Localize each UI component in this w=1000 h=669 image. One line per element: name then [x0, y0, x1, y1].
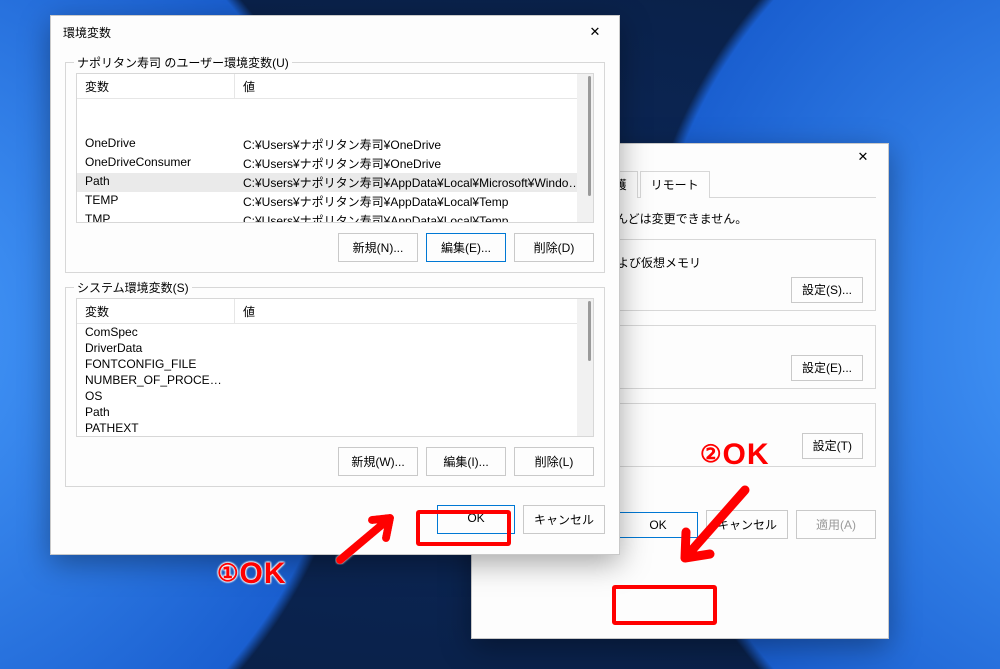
- annotation-label: ①OK: [217, 557, 287, 591]
- var-name: OneDrive: [77, 135, 235, 154]
- window-title: 環境変数: [63, 24, 111, 41]
- user-vars-legend: ナポリタン寿司 のユーザー環境変数(U): [74, 54, 292, 71]
- var-value: C:¥Users¥ナポリタン寿司¥OneDrive: [235, 154, 593, 173]
- sys-delete-button[interactable]: 削除(L): [514, 447, 594, 476]
- var-value: C:¥Users¥ナポリタン寿司¥OneDrive: [235, 135, 593, 154]
- user-vars-group: ナポリタン寿司 のユーザー環境変数(U) 変数 値 OneDriveC:¥Use…: [65, 62, 605, 273]
- annotation-label: ②OK: [700, 438, 770, 472]
- system-vars-group: システム環境変数(S) 変数 値 ComSpecDriverDataFONTCO…: [65, 287, 605, 487]
- list-header: 変数 値: [77, 299, 593, 324]
- table-row[interactable]: PathC:¥Users¥ナポリタン寿司¥AppData¥Local¥Micro…: [77, 173, 593, 192]
- sys-edit-button[interactable]: 編集(I)...: [426, 447, 506, 476]
- table-row[interactable]: TEMPC:¥Users¥ナポリタン寿司¥AppData¥Local¥Temp: [77, 192, 593, 211]
- table-row[interactable]: FONTCONFIG_FILE: [77, 356, 593, 372]
- close-icon[interactable]: ✕: [575, 22, 615, 42]
- cancel-button[interactable]: キャンセル: [523, 505, 605, 534]
- ok-button[interactable]: OK: [437, 505, 515, 534]
- perf-settings-button[interactable]: 設定(S)...: [791, 277, 863, 303]
- table-row[interactable]: NUMBER_OF_PROCESSORS: [77, 372, 593, 388]
- var-name: Path: [77, 173, 235, 192]
- table-row[interactable]: OneDriveConsumerC:¥Users¥ナポリタン寿司¥OneDriv…: [77, 154, 593, 173]
- table-row[interactable]: OS: [77, 388, 593, 404]
- var-value: [235, 324, 593, 340]
- var-value: C:¥Users¥ナポリタン寿司¥AppData¥Local¥Microsoft…: [235, 173, 593, 192]
- var-value: [235, 388, 593, 404]
- var-name: TMP: [77, 211, 235, 223]
- titlebar: 環境変数 ✕: [51, 16, 619, 48]
- var-value: [235, 340, 593, 356]
- col-variable[interactable]: 変数: [77, 299, 235, 323]
- system-vars-legend: システム環境変数(S): [74, 279, 192, 296]
- scrollbar[interactable]: [577, 74, 593, 222]
- circle-two-icon: ②: [700, 440, 723, 469]
- col-value[interactable]: 値: [235, 299, 593, 323]
- startup-settings-button[interactable]: 設定(T): [802, 433, 863, 459]
- user-buttons: 新規(N)... 編集(E)... 削除(D): [76, 233, 594, 262]
- user-edit-button[interactable]: 編集(E)...: [426, 233, 506, 262]
- var-value: [235, 356, 593, 372]
- system-buttons: 新規(W)... 編集(I)... 削除(L): [76, 447, 594, 476]
- col-value[interactable]: 値: [235, 74, 593, 98]
- var-name: PATHEXT: [77, 420, 235, 436]
- tab-remote[interactable]: リモート: [640, 171, 710, 198]
- table-row[interactable]: DriverData: [77, 340, 593, 356]
- var-value: [235, 420, 593, 436]
- var-name: TEMP: [77, 192, 235, 211]
- table-row[interactable]: OneDriveC:¥Users¥ナポリタン寿司¥OneDrive: [77, 135, 593, 154]
- env-vars-window: 環境変数 ✕ ナポリタン寿司 のユーザー環境変数(U) 変数 値 OneDriv…: [50, 15, 620, 555]
- var-value: C:¥Users¥ナポリタン寿司¥AppData¥Local¥Temp: [235, 211, 593, 223]
- user-delete-button[interactable]: 削除(D): [514, 233, 594, 262]
- var-value: [235, 404, 593, 420]
- sys-new-button[interactable]: 新規(W)...: [338, 447, 418, 476]
- ok-button[interactable]: OK: [618, 512, 698, 538]
- dialog-footer: OK キャンセル: [65, 493, 605, 534]
- apply-button[interactable]: 適用(A): [796, 510, 876, 539]
- var-name: FONTCONFIG_FILE: [77, 356, 235, 372]
- table-row[interactable]: ComSpec: [77, 324, 593, 340]
- var-value: C:¥Users¥ナポリタン寿司¥AppData¥Local¥Temp: [235, 192, 593, 211]
- circle-one-icon: ①: [217, 559, 240, 588]
- close-icon[interactable]: ✕: [843, 147, 883, 167]
- cancel-button[interactable]: キャンセル: [706, 510, 788, 539]
- scrollbar[interactable]: [577, 299, 593, 436]
- table-row[interactable]: PATHEXT: [77, 420, 593, 436]
- var-name: OS: [77, 388, 235, 404]
- user-new-button[interactable]: 新規(N)...: [338, 233, 418, 262]
- var-name: OneDriveConsumer: [77, 154, 235, 173]
- table-row[interactable]: TMPC:¥Users¥ナポリタン寿司¥AppData¥Local¥Temp: [77, 211, 593, 223]
- table-row[interactable]: Path: [77, 404, 593, 420]
- system-vars-list[interactable]: 変数 値 ComSpecDriverDataFONTCONFIG_FILENUM…: [76, 298, 594, 437]
- var-name: Path: [77, 404, 235, 420]
- var-name: ComSpec: [77, 324, 235, 340]
- user-vars-list[interactable]: 変数 値 OneDriveC:¥Users¥ナポリタン寿司¥OneDriveOn…: [76, 73, 594, 223]
- col-variable[interactable]: 変数: [77, 74, 235, 98]
- var-name: NUMBER_OF_PROCESSORS: [77, 372, 235, 388]
- profile-settings-button[interactable]: 設定(E)...: [791, 355, 863, 381]
- var-name: DriverData: [77, 340, 235, 356]
- list-header: 変数 値: [77, 74, 593, 99]
- var-value: [235, 372, 593, 388]
